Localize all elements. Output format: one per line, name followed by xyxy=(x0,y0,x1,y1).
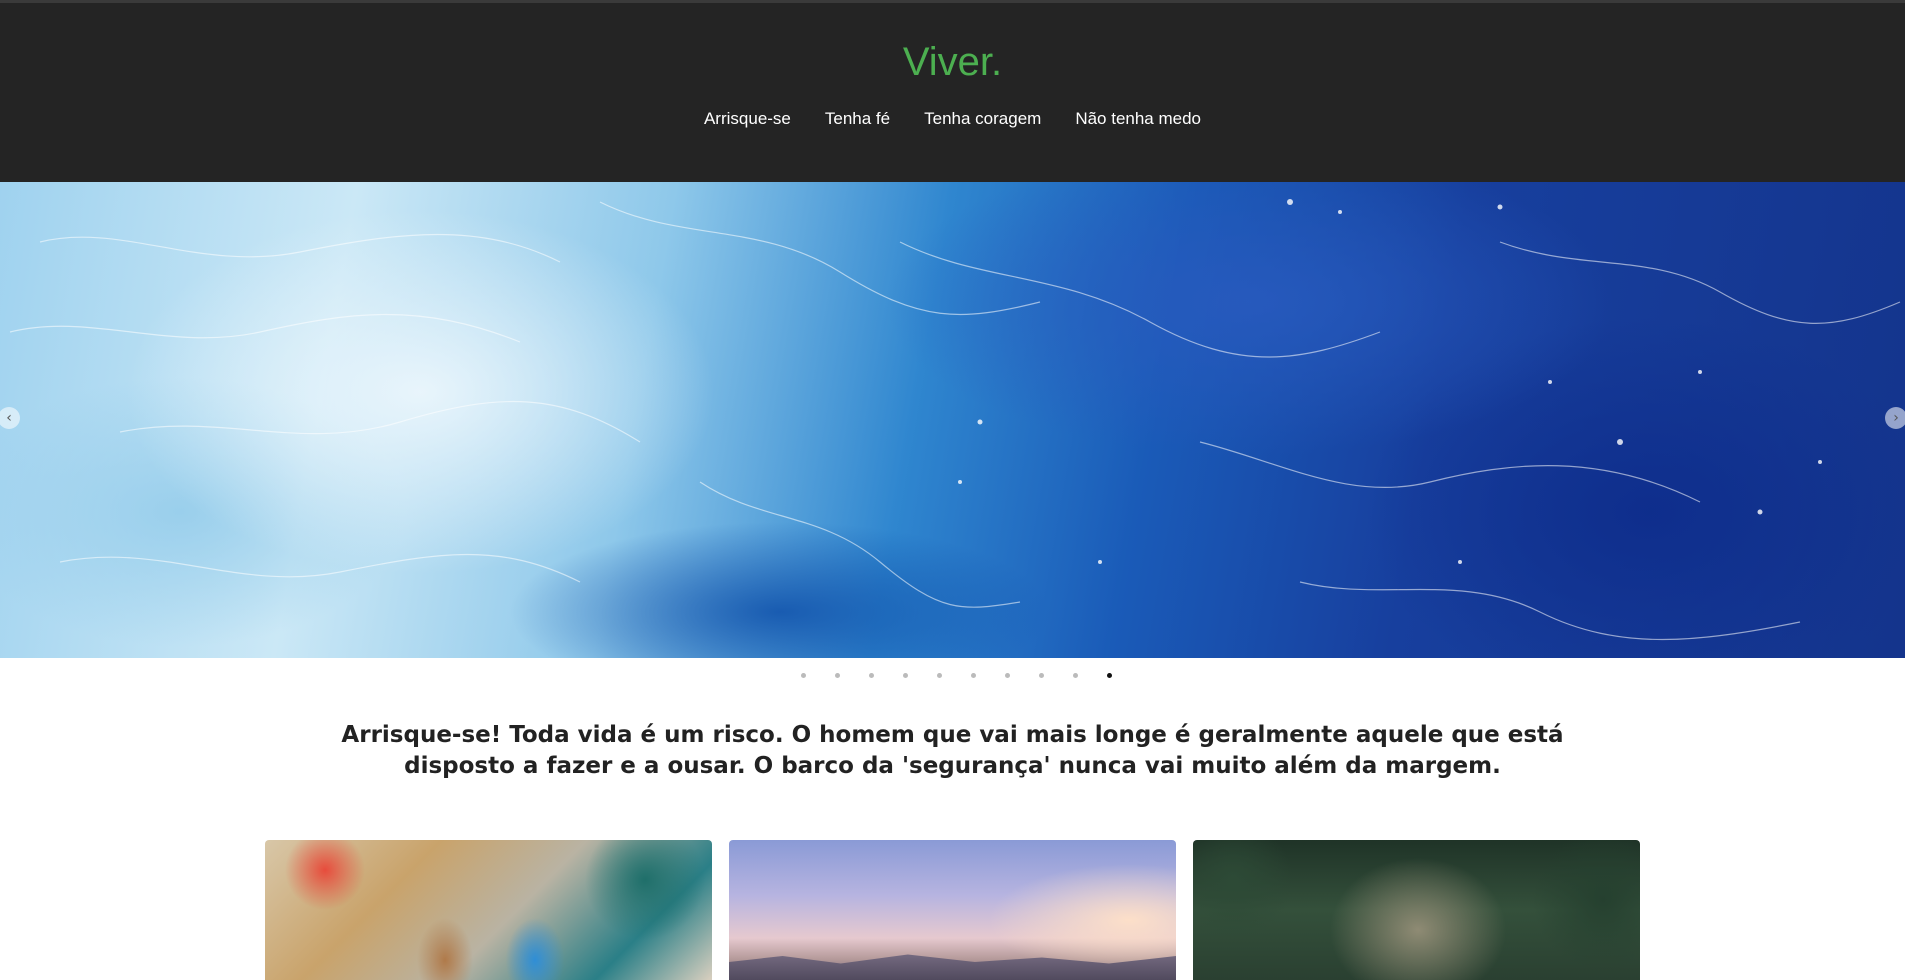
slider-next-icon[interactable]: › xyxy=(1885,407,1905,429)
site-header: Viver. Arrisque-se Tenha fé Tenha corage… xyxy=(0,3,1905,182)
nav-item-arrisque-se[interactable]: Arrisque-se xyxy=(687,107,808,131)
wave-foam-texture xyxy=(9,199,1901,641)
card-mountain-sunrise-image[interactable] xyxy=(729,840,1176,980)
slider-dot[interactable] xyxy=(801,672,806,678)
main-nav: Arrisque-se Tenha fé Tenha coragem Não t… xyxy=(0,107,1905,131)
slider-dot[interactable] xyxy=(869,672,874,678)
nav-item-tenha-fe[interactable]: Tenha fé xyxy=(808,107,907,131)
card-garden-gate-image[interactable] xyxy=(1193,840,1640,980)
slider-dot[interactable] xyxy=(1005,672,1010,678)
hero-slider: ‹ › xyxy=(0,182,1905,658)
slider-dot[interactable] xyxy=(1073,672,1078,678)
slider-pagination xyxy=(0,658,1905,692)
site-title[interactable]: Viver. xyxy=(0,37,1905,87)
card-painted-shoes-image[interactable] xyxy=(265,840,712,980)
slider-dot[interactable] xyxy=(937,672,942,678)
card-grid xyxy=(265,840,1640,980)
slider-dot[interactable] xyxy=(971,672,976,678)
mountain-silhouette xyxy=(729,954,1176,980)
nav-item-nao-tenha-medo[interactable]: Não tenha medo xyxy=(1058,107,1218,131)
nav-item-tenha-coragem[interactable]: Tenha coragem xyxy=(907,107,1058,131)
slider-dot[interactable] xyxy=(1039,672,1044,678)
slider-dot[interactable] xyxy=(903,672,908,678)
inspirational-quote: Arrisque-se! Toda vida é um risco. O hom… xyxy=(341,722,1564,779)
slider-dot[interactable] xyxy=(835,672,840,678)
slider-dot-active[interactable] xyxy=(1107,672,1112,678)
